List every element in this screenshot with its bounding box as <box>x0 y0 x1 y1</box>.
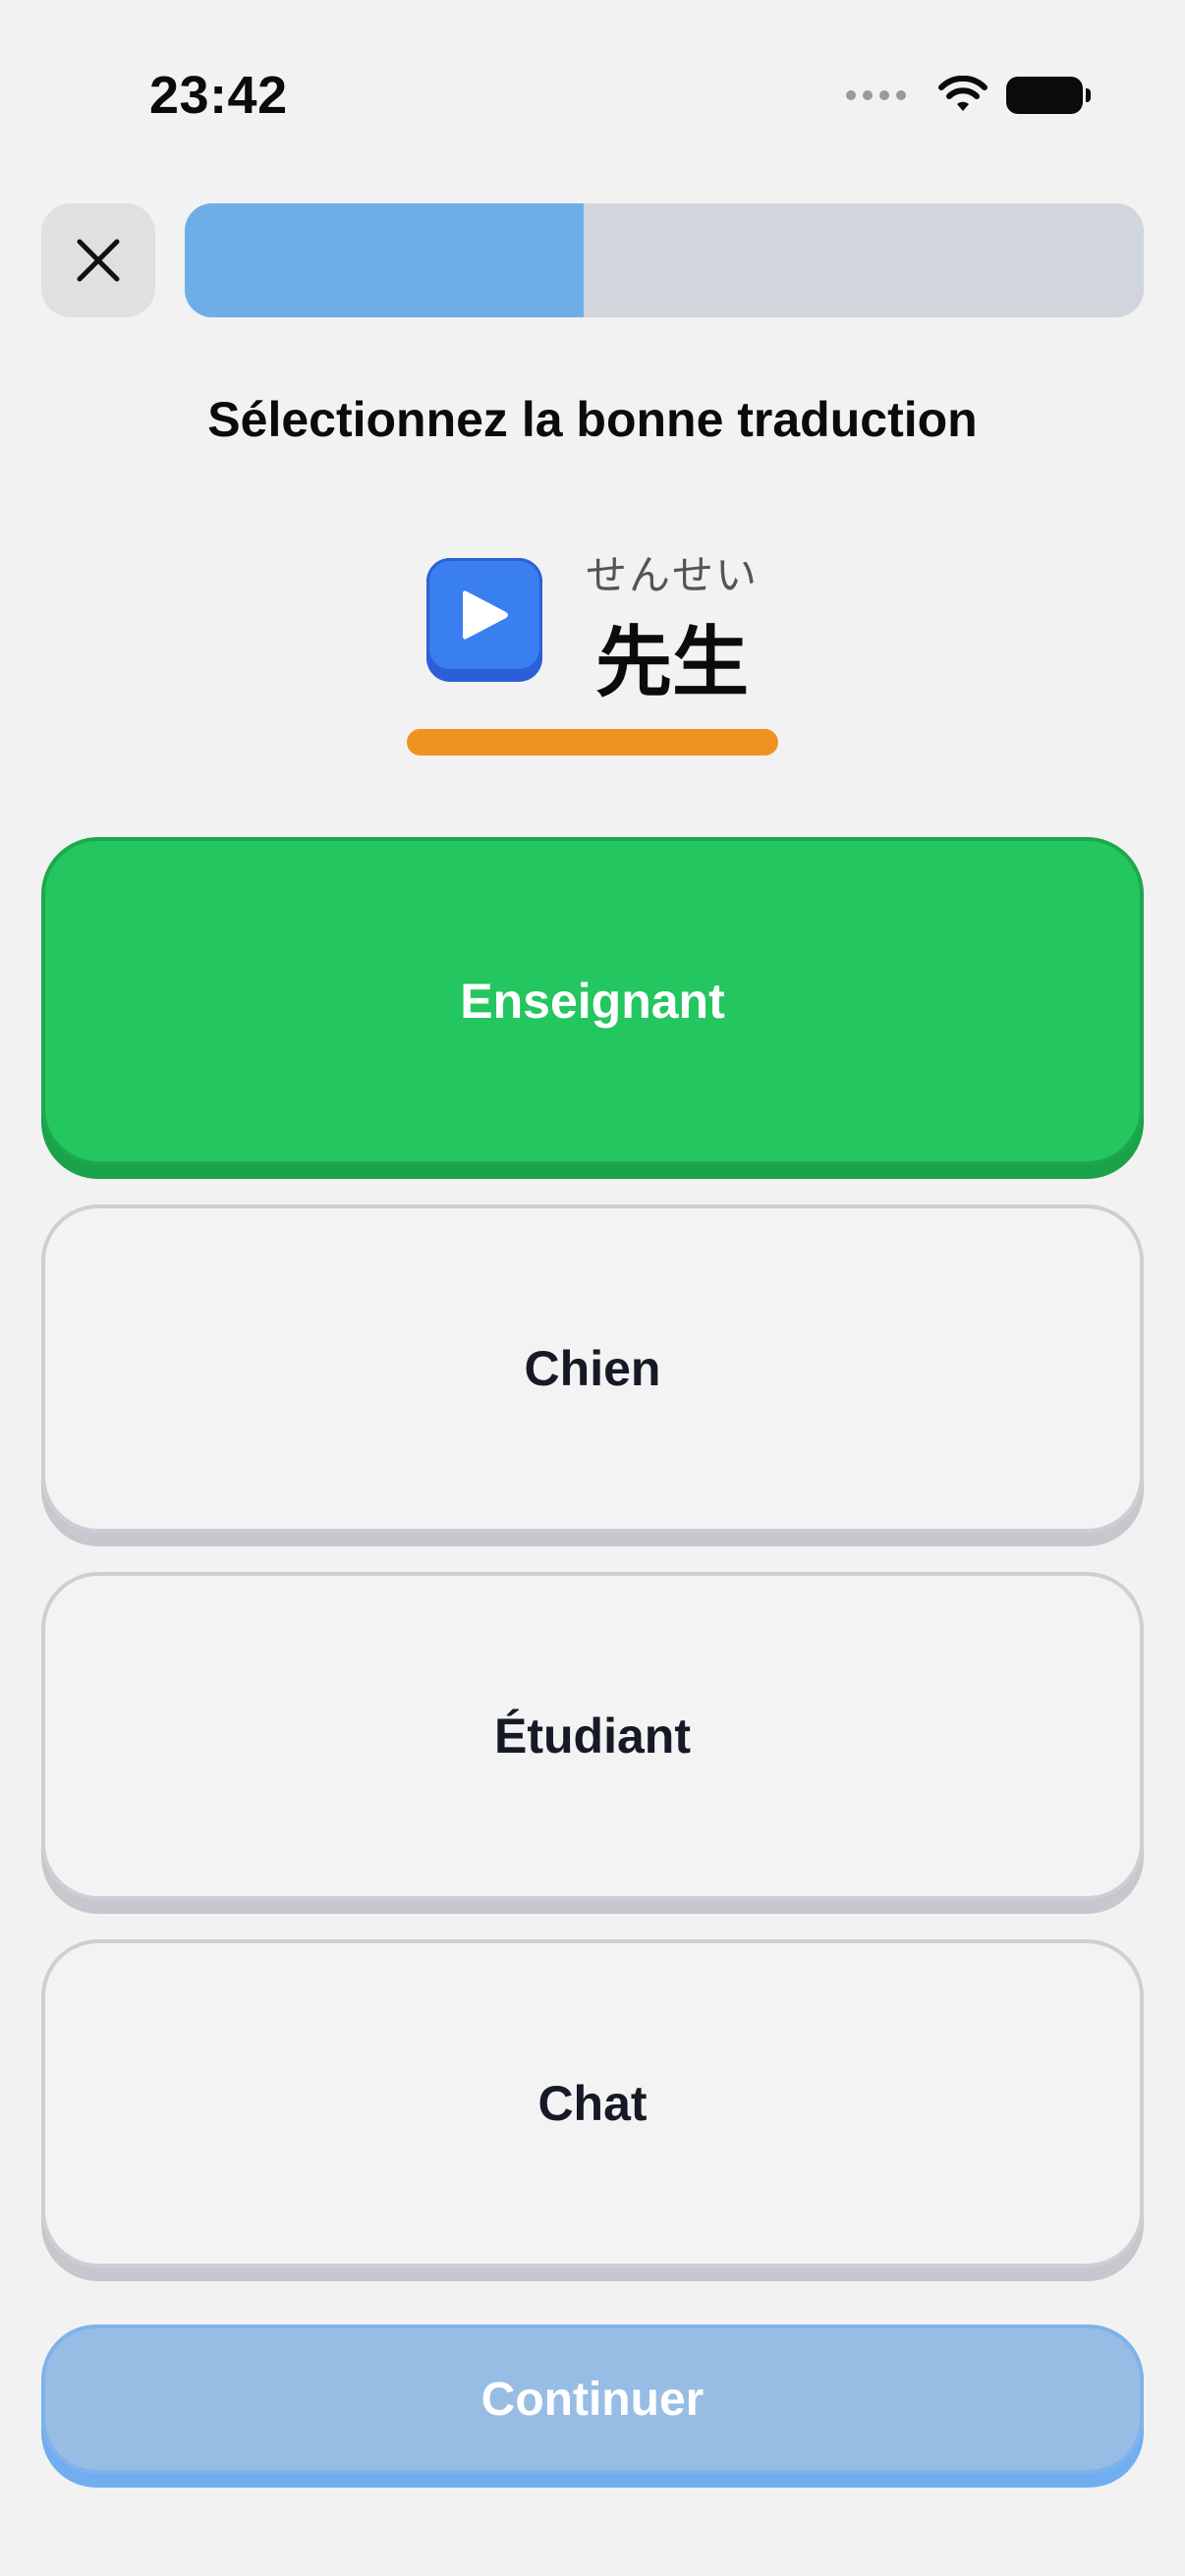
play-icon <box>463 590 508 640</box>
status-bar: 23:42 <box>0 0 1185 187</box>
close-button[interactable] <box>41 203 155 317</box>
answer-option-chien[interactable]: Chien <box>41 1204 1144 1546</box>
word-kanji: 先生 <box>595 619 750 707</box>
progress-fill <box>185 203 585 317</box>
word-underline <box>407 729 778 756</box>
continue-button-label: Continuer <box>480 2373 705 2426</box>
close-icon <box>77 239 120 282</box>
lesson-progress-bar <box>185 203 1144 317</box>
answer-option-label: Enseignant <box>460 974 725 1029</box>
answer-option-label: Chien <box>524 1341 661 1396</box>
battery-icon <box>1006 77 1091 114</box>
answer-option-chat[interactable]: Chat <box>41 1939 1144 2281</box>
instruction-heading: Sélectionnez la bonne traduction <box>207 392 978 447</box>
answer-option-enseignant[interactable]: Enseignant <box>41 837 1144 1179</box>
play-audio-button[interactable] <box>426 558 542 682</box>
answer-option-label: Chat <box>537 2076 648 2131</box>
wifi-icon <box>938 76 988 111</box>
answer-option-etudiant[interactable]: Étudiant <box>41 1572 1144 1914</box>
status-time: 23:42 <box>149 66 288 125</box>
cellular-signal-icon <box>846 90 906 100</box>
status-icons <box>846 71 1091 120</box>
continue-button[interactable]: Continuer <box>41 2324 1144 2488</box>
answer-option-label: Étudiant <box>494 1708 691 1764</box>
word-reading: せんせい <box>586 551 760 599</box>
